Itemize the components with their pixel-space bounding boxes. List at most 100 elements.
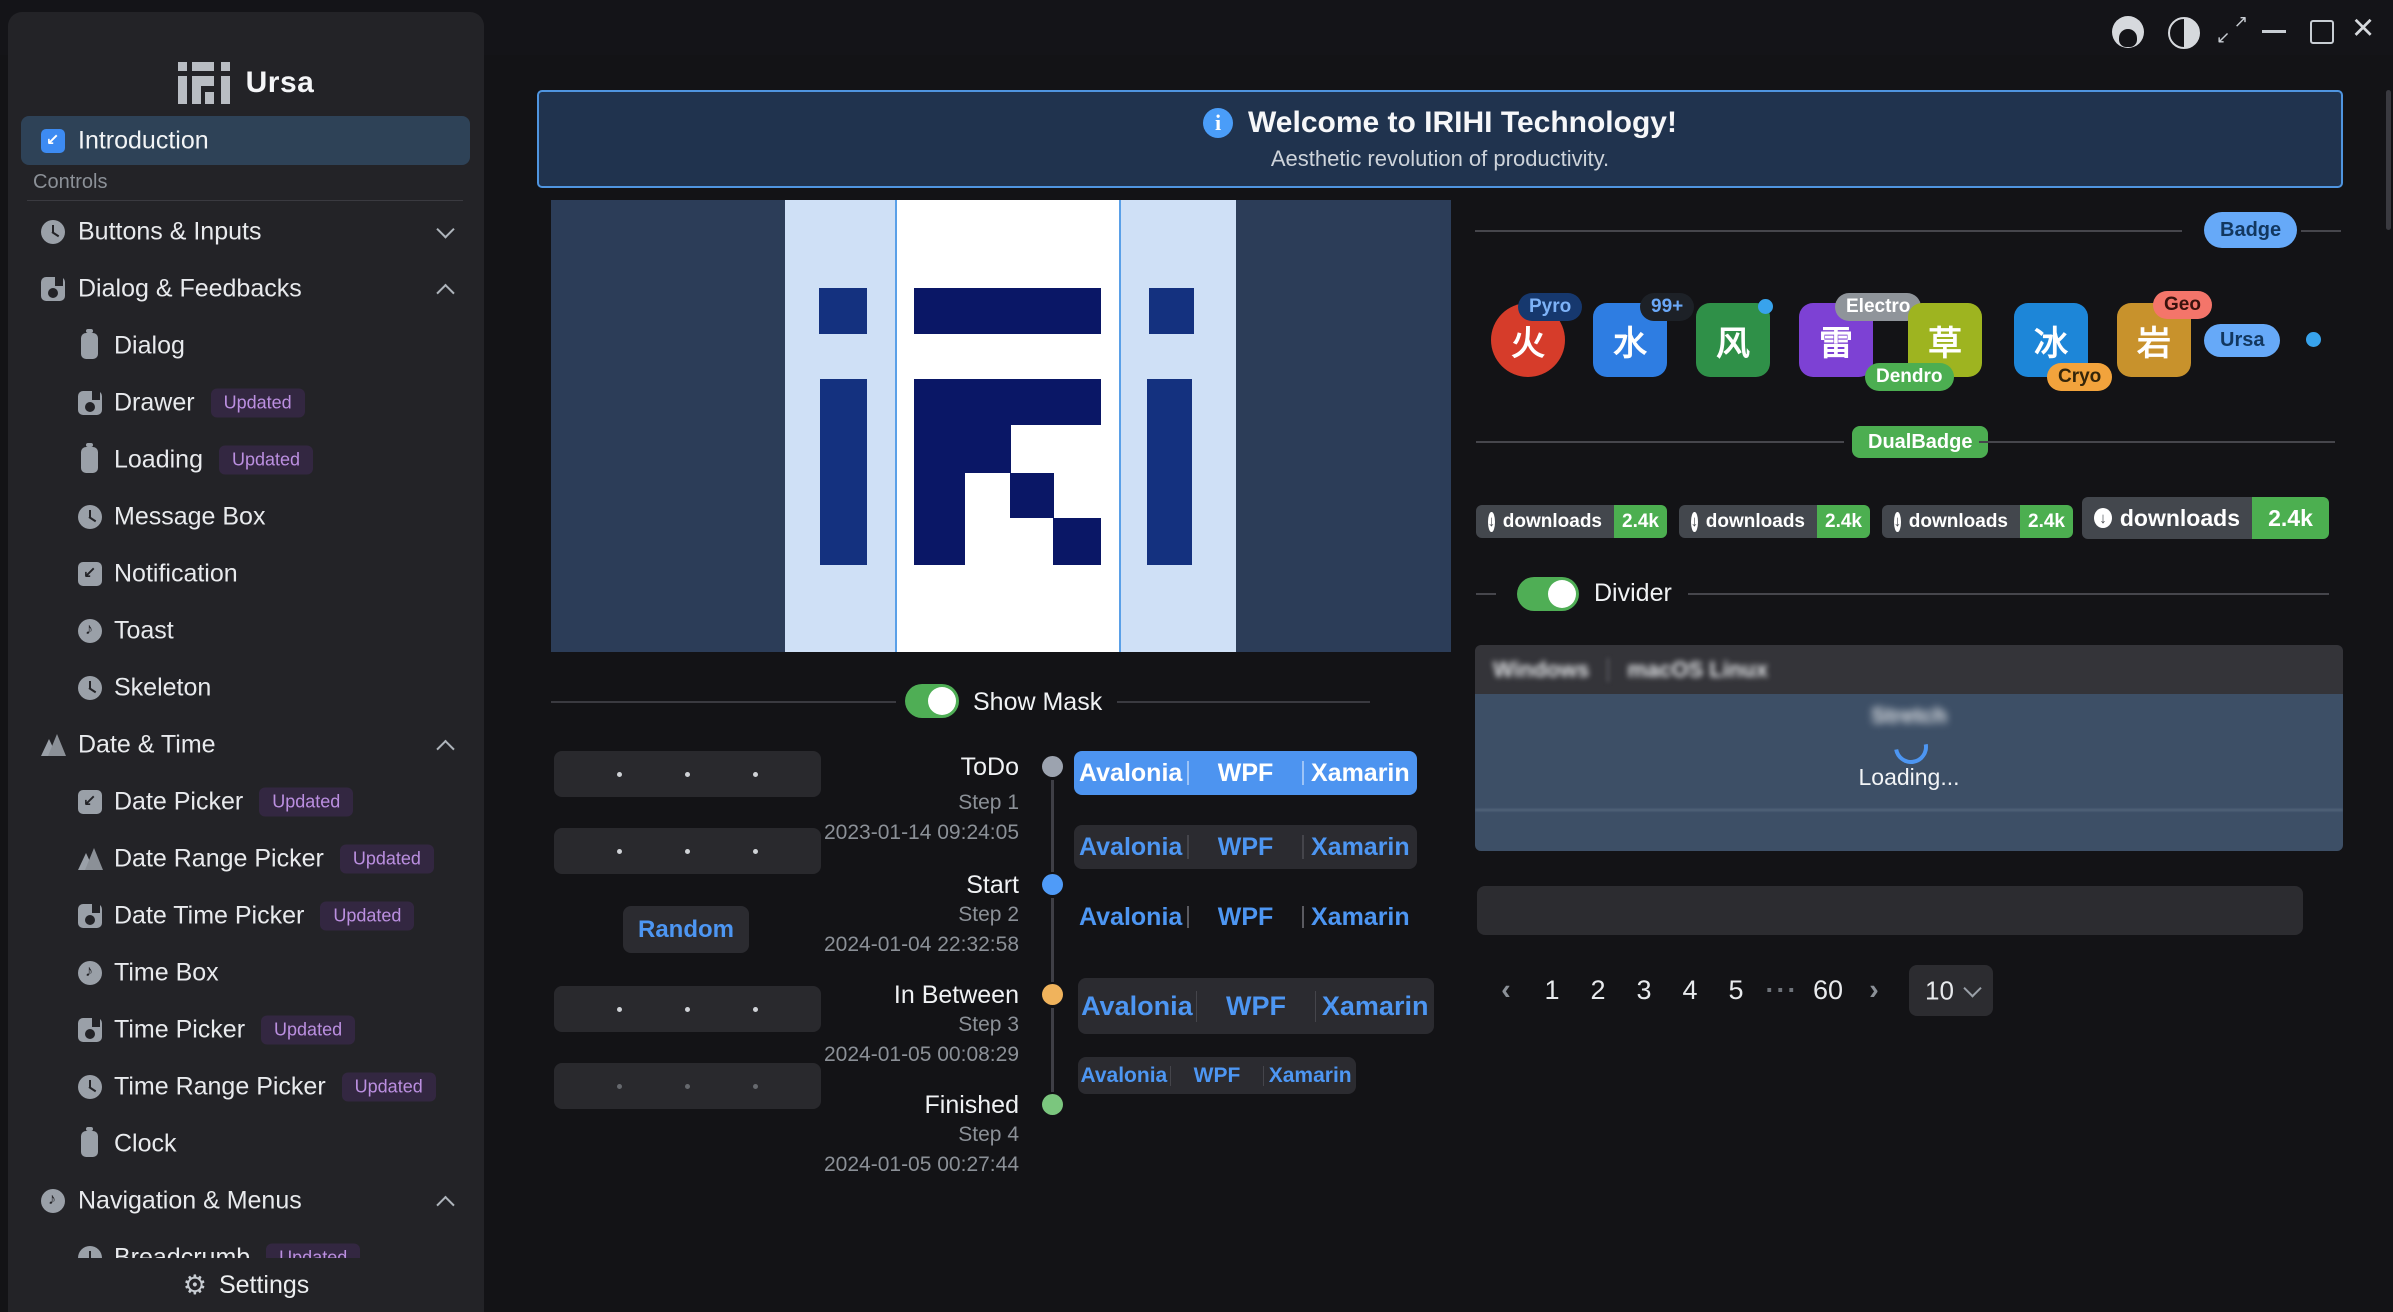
platform-button-avalonia[interactable]: Avalonia <box>1078 1057 1170 1094</box>
sidebar-item-date-time-picker[interactable]: Date Time PickerUpdated <box>8 887 484 944</box>
ip-input-3[interactable] <box>554 986 821 1032</box>
platform-button-avalonia[interactable]: Avalonia <box>1074 897 1187 937</box>
platform-button-xamarin[interactable]: Xamarin <box>1316 978 1434 1034</box>
corner-badge: Cryo <box>2047 363 2112 391</box>
banner-subtitle: Aesthetic revolution of productivity. <box>1271 146 1609 172</box>
close-icon[interactable]: × <box>2352 6 2374 50</box>
stretch-button[interactable]: Stretch <box>1475 703 2343 729</box>
sidebar-item-label: Dialog <box>114 331 185 360</box>
page-button-60[interactable]: 60 <box>1805 975 1851 1006</box>
arrow-icon <box>78 790 102 814</box>
sidebar-item-dialog[interactable]: Dialog <box>8 317 484 374</box>
tab-macos-linux[interactable]: macOS Linux <box>1627 657 1768 683</box>
sidebar-item-clock[interactable]: Clock <box>8 1115 484 1172</box>
sidebar-item-skeleton[interactable]: Skeleton <box>8 659 484 716</box>
sidebar-item-navigation-menus[interactable]: Navigation & Menus <box>8 1172 484 1229</box>
page-button-5[interactable]: 5 <box>1713 975 1759 1006</box>
sidebar-item-time-range-picker[interactable]: Time Range PickerUpdated <box>8 1058 484 1115</box>
show-mask-toggle[interactable] <box>905 684 959 718</box>
settings-button[interactable]: ⚙ Settings <box>8 1258 484 1312</box>
prev-page-button[interactable]: ‹ <box>1483 974 1529 1007</box>
platform-button-wpf[interactable]: WPF <box>1189 751 1302 795</box>
sidebar-item-label: Time PickerUpdated <box>114 1015 355 1044</box>
sidebar-item-time-picker[interactable]: Time PickerUpdated <box>8 1001 484 1058</box>
timeline-step-date: 2024-01-05 00:27:44 <box>799 1153 1019 1177</box>
corner-badge: Pyro <box>1518 293 1582 321</box>
dualbadge-section-pill: DualBadge <box>1852 426 1988 458</box>
sidebar-item-toast[interactable]: Toast <box>8 602 484 659</box>
tab-content: Stretch Loading... <box>1475 694 2343 851</box>
ip-input-2[interactable] <box>554 828 821 874</box>
sidebar-item-buttons-inputs[interactable]: Buttons & Inputs <box>8 203 484 260</box>
ip-input-4[interactable] <box>554 1063 821 1109</box>
next-page-button[interactable]: › <box>1851 974 1897 1007</box>
empty-input[interactable] <box>1477 886 2303 935</box>
platform-button-xamarin[interactable]: Xamarin <box>1304 825 1417 869</box>
platform-button-avalonia[interactable]: Avalonia <box>1074 825 1187 869</box>
fullscreen-icon[interactable] <box>2216 12 2248 48</box>
updated-badge: Updated <box>211 388 305 417</box>
page-button-3[interactable]: 3 <box>1621 975 1667 1006</box>
platform-button-xamarin[interactable]: Xamarin <box>1304 751 1417 795</box>
timeline-dot <box>1042 1094 1063 1115</box>
maximize-icon[interactable] <box>2310 20 2334 44</box>
minimize-icon[interactable] <box>2262 30 2286 33</box>
corner-badge: 99+ <box>1640 293 1694 321</box>
music-icon <box>78 961 102 985</box>
platform-button-wpf[interactable]: WPF <box>1171 1057 1263 1094</box>
element-badge-3[interactable]: 风 <box>1696 303 1770 377</box>
divider-line <box>1476 441 1844 443</box>
welcome-banner: Welcome to IRIHI Technology! Aesthetic r… <box>537 90 2343 188</box>
clock-icon <box>41 220 65 244</box>
ip-input-1[interactable] <box>554 751 821 797</box>
sidebar-item-drawer[interactable]: DrawerUpdated <box>8 374 484 431</box>
sidebar-item-date-time[interactable]: Date & Time <box>8 716 484 773</box>
save-icon <box>78 391 102 415</box>
loading-mask-panel: Windows macOS Linux Stretch Loading... <box>1475 645 2343 851</box>
platform-button-xamarin[interactable]: Xamarin <box>1264 1057 1356 1094</box>
sidebar-item-date-range-picker[interactable]: Date Range PickerUpdated <box>8 830 484 887</box>
github-icon[interactable] <box>2112 16 2144 48</box>
sidebar-item-time-box[interactable]: Time Box <box>8 944 484 1001</box>
platform-button-wpf[interactable]: WPF <box>1197 978 1315 1034</box>
page-size-dropdown[interactable]: 10 <box>1909 965 1993 1016</box>
clock-icon <box>78 505 102 529</box>
scrollbar[interactable] <box>2386 90 2391 230</box>
sidebar-item-label: Navigation & Menus <box>78 1186 302 1215</box>
platform-button-wpf[interactable]: WPF <box>1189 897 1302 937</box>
divider-toggle[interactable] <box>1517 577 1579 611</box>
divider-line <box>1688 593 2329 595</box>
sidebar-item-loading[interactable]: LoadingUpdated <box>8 431 484 488</box>
sidebar-item-label: LoadingUpdated <box>114 445 313 474</box>
platform-button-avalonia[interactable]: Avalonia <box>1074 751 1187 795</box>
platform-button-xamarin[interactable]: Xamarin <box>1304 897 1417 937</box>
platform-button-avalonia[interactable]: Avalonia <box>1078 978 1196 1034</box>
trees-icon <box>78 847 102 871</box>
timeline-dot <box>1042 874 1063 895</box>
downloads-count: 2.4k <box>2020 505 2073 538</box>
page-button-1[interactable]: 1 <box>1529 975 1575 1006</box>
timeline-step-name: Start <box>819 871 1019 900</box>
chevron-up-icon <box>436 283 454 301</box>
tab-windows[interactable]: Windows <box>1493 657 1589 683</box>
panel-divider <box>1475 809 2343 811</box>
page-button-2[interactable]: 2 <box>1575 975 1621 1006</box>
sidebar-item-label: Time Range PickerUpdated <box>114 1072 436 1101</box>
sidebar-item-notification[interactable]: Notification <box>8 545 484 602</box>
timeline-step-label: Step 2 <box>799 903 1019 927</box>
show-mask-label: Show Mask <box>973 688 1102 717</box>
clock-icon <box>78 676 102 700</box>
chevron-down-icon <box>1963 979 1981 997</box>
theme-toggle-icon[interactable] <box>2168 17 2200 49</box>
chevron-down-icon <box>436 220 454 238</box>
ursa-pill-badge: Ursa <box>2204 324 2280 357</box>
random-button[interactable]: Random <box>623 906 749 953</box>
sidebar-item-message-box[interactable]: Message Box <box>8 488 484 545</box>
timeline-step-name: Finished <box>819 1091 1019 1120</box>
sidebar-item-date-picker[interactable]: Date PickerUpdated <box>8 773 484 830</box>
updated-badge: Updated <box>259 787 353 816</box>
page-button-4[interactable]: 4 <box>1667 975 1713 1006</box>
platform-button-wpf[interactable]: WPF <box>1189 825 1302 869</box>
clock-icon <box>78 1075 102 1099</box>
sidebar-item-dialog-feedbacks[interactable]: Dialog & Feedbacks <box>8 260 484 317</box>
